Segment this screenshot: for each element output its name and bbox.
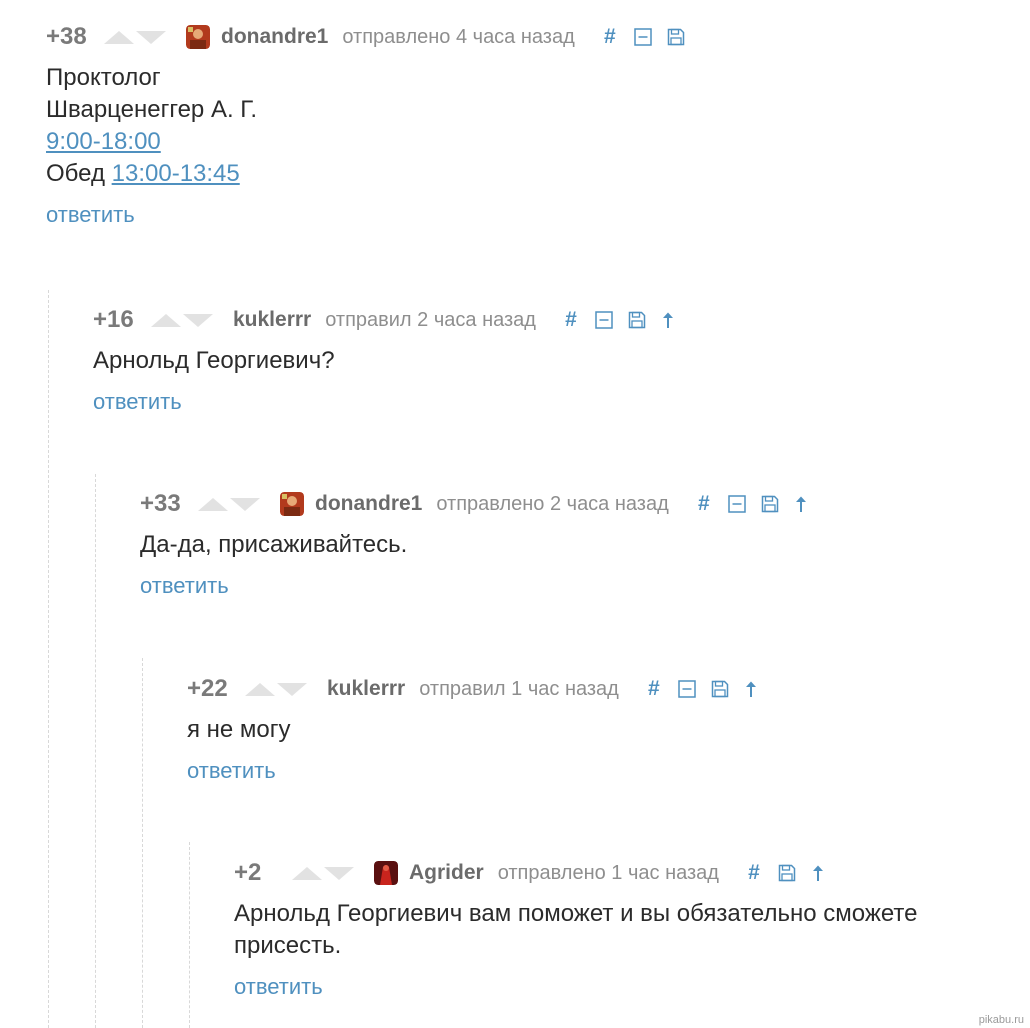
lunch-label: Обед [46,160,105,187]
vote-up-icon[interactable] [104,30,134,44]
comment-rating: +16 [93,306,134,333]
comment-time: отправил 1 час назад [419,677,619,700]
comment-text-line: Арнольд Георгиевич вам поможет и вы обяз… [234,900,918,927]
vote-up-icon[interactable] [245,682,275,696]
thread-line-level-4 [189,842,190,1028]
comment-text-line: присесть. [234,932,342,959]
watermark: pikabu.ru [978,1014,1024,1026]
thread-line-level-1 [48,290,49,1028]
comment-text-line: Да-да, присаживайтесь. [140,531,408,558]
arrow-up-icon[interactable] [661,311,675,329]
comment: +38 donandre1 отправлено 4 часа назад # … [46,22,700,228]
comment: +2 Agrider отправлено 1 час назад # Арно… [234,858,918,1000]
collapse-icon[interactable] [728,495,746,513]
vote-down-icon[interactable] [277,682,307,696]
comment-author[interactable]: kuklerrr [327,677,405,701]
comment-rating: +22 [187,675,228,702]
comment-rating: +2 [234,859,262,886]
comment-rating: +38 [46,23,87,50]
hours-link[interactable]: 9:00-18:00 [46,128,161,155]
comment-time: отправлено 4 часа назад [342,25,575,48]
comment-author[interactable]: donandre1 [221,25,328,49]
comment-author[interactable]: Agrider [409,861,484,885]
permalink-hash-icon[interactable]: # [601,25,619,49]
collapse-icon[interactable] [595,311,613,329]
vote-up-icon[interactable] [292,866,322,880]
comment-body: Да-да, присаживайтесь. [140,529,823,561]
permalink-hash-icon[interactable]: # [645,677,663,701]
save-icon[interactable] [711,680,729,698]
collapse-icon[interactable] [678,680,696,698]
save-icon[interactable] [761,495,779,513]
comment-header: +33 donandre1 отправлено 2 часа назад # [140,489,823,519]
comment-text-line: я не могу [187,716,291,743]
arrow-up-icon[interactable] [794,495,808,513]
comment-body: я не могу [187,714,773,746]
vote-up-icon[interactable] [151,313,181,327]
vote-down-icon[interactable] [183,313,213,327]
reply-link[interactable]: ответить [140,573,229,599]
arrow-up-icon[interactable] [811,864,825,882]
reply-link[interactable]: ответить [93,389,182,415]
comment: +16 kuklerrr отправил 2 часа назад # Арн… [93,305,690,415]
arrow-up-icon[interactable] [744,680,758,698]
vote-up-icon[interactable] [198,497,228,511]
comment-body: Проктолог Шварценеггер А. Г. 9:00-18:00 … [46,62,700,190]
save-icon[interactable] [628,311,646,329]
save-icon[interactable] [778,864,796,882]
avatar[interactable] [186,25,210,49]
avatar[interactable] [374,861,398,885]
avatar[interactable] [280,492,304,516]
comment-author[interactable]: kuklerrr [233,308,311,332]
reply-link[interactable]: ответить [187,758,276,784]
vote-down-icon[interactable] [324,866,354,880]
comment-header: +38 donandre1 отправлено 4 часа назад # [46,22,700,52]
reply-link[interactable]: ответить [46,202,135,228]
reply-link[interactable]: ответить [234,974,323,1000]
comment-text-line: Арнольд Георгиевич? [93,347,335,374]
comment-text-line: Шварценеггер А. Г. [46,96,258,123]
comment-time: отправлено 1 час назад [497,861,719,884]
comment-header: +16 kuklerrr отправил 2 часа назад # [93,305,690,335]
comment-header: +2 Agrider отправлено 1 час назад # [234,858,918,888]
comment-body: Арнольд Георгиевич? [93,345,690,377]
permalink-hash-icon[interactable]: # [695,492,713,516]
vote-down-icon[interactable] [136,30,166,44]
comment: +33 donandre1 отправлено 2 часа назад # … [140,489,823,599]
thread-line-level-3 [142,658,143,1028]
comment-header: +22 kuklerrr отправил 1 час назад # [187,674,773,704]
thread-line-level-2 [95,474,96,1028]
comment-text-line: Проктолог [46,64,161,91]
comment-rating: +33 [140,490,181,517]
permalink-hash-icon[interactable]: # [745,861,763,885]
permalink-hash-icon[interactable]: # [562,308,580,332]
comment-author[interactable]: donandre1 [315,492,422,516]
save-icon[interactable] [667,28,685,46]
comment-time: отправлено 2 часа назад [436,492,669,515]
lunch-time-link[interactable]: 13:00-13:45 [112,160,240,187]
collapse-icon[interactable] [634,28,652,46]
comment: +22 kuklerrr отправил 1 час назад # я не… [187,674,773,784]
vote-down-icon[interactable] [230,497,260,511]
comment-body: Арнольд Георгиевич вам поможет и вы обяз… [234,898,918,962]
comment-time: отправил 2 часа назад [325,308,536,331]
